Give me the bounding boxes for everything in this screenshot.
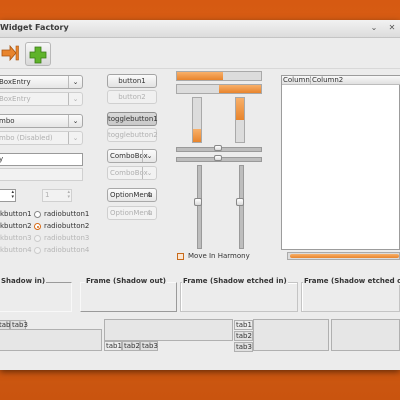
spin-button-disabled: 1 ▴ ▾ xyxy=(42,189,72,202)
notebook-left xyxy=(253,319,329,351)
progress-bar-v2 xyxy=(235,97,245,143)
tab-3[interactable]: tab3 xyxy=(140,341,158,351)
progress-bar-h1 xyxy=(176,71,262,81)
chevron-down-icon: ⌄ xyxy=(68,115,82,127)
button2: button2 xyxy=(107,90,157,104)
text-entry-value: y xyxy=(0,155,4,163)
notebook-top xyxy=(0,329,102,351)
text-entry[interactable]: y xyxy=(0,153,83,166)
progress-fill xyxy=(219,85,261,93)
notebook-right xyxy=(331,319,400,351)
slider-v1-handle[interactable] xyxy=(194,198,202,207)
chevron-down-icon: ⌄ xyxy=(68,132,82,144)
add-icon xyxy=(29,46,47,64)
checkbutton2-label[interactable]: kbutton2 xyxy=(0,222,32,230)
progress-bar-v1 xyxy=(192,97,202,143)
arrow-in-icon xyxy=(1,44,19,62)
combo-box-disabled-text: mbo (Disabled) xyxy=(0,134,53,142)
combo-box-disabled: mbo (Disabled) ⌄ xyxy=(0,131,83,145)
spin-disabled-value: 1 xyxy=(45,191,50,199)
updown-icon: ⇕ xyxy=(146,209,153,217)
combobox[interactable]: ComboBox ⌄ xyxy=(107,149,157,163)
spin-arrows-icon[interactable]: ▴ ▾ xyxy=(11,190,14,200)
progress-fill xyxy=(236,98,244,120)
chevron-down-icon[interactable]: ⌄ xyxy=(68,76,82,88)
slider-h1-handle[interactable] xyxy=(214,145,222,151)
combo-box-text: mbo xyxy=(0,117,15,125)
combo-entry-text: BoxEntry xyxy=(0,78,31,86)
combo-entry[interactable]: BoxEntry ⌄ xyxy=(0,75,83,89)
combo-box[interactable]: mbo ⌄ xyxy=(0,114,83,128)
tab-2[interactable]: tab2 xyxy=(234,331,253,341)
slider-v1[interactable] xyxy=(197,165,202,249)
combo-entry-disabled-text: BoxEntry xyxy=(0,95,31,103)
column2-header[interactable]: Column2 xyxy=(311,76,400,85)
frame-shadow-etched-in-title: Frame (Shadow etched in) xyxy=(182,277,288,285)
radiobutton4 xyxy=(34,247,41,254)
tab-1[interactable]: tab1 xyxy=(234,320,253,330)
frame-shadow-in xyxy=(0,282,72,312)
frame-shadow-etched-out xyxy=(301,282,400,312)
frame-shadow-etched-in xyxy=(180,282,298,312)
tab-2[interactable]: tab2 xyxy=(122,341,140,351)
move-in-harmony-checkbox[interactable] xyxy=(177,253,184,260)
text-entry-disabled xyxy=(0,168,83,181)
radiobutton1[interactable] xyxy=(34,211,41,218)
tab-3[interactable]: tab3 xyxy=(234,342,253,352)
chevron-down-icon: ⌄ xyxy=(142,167,156,179)
checkbutton1-label[interactable]: kbutton1 xyxy=(0,210,32,218)
tree-view[interactable]: Column1 Column2 xyxy=(281,75,400,250)
slider-h2-handle[interactable] xyxy=(214,155,222,161)
minimize-button[interactable]: ⌄ xyxy=(368,23,380,33)
radiobutton3 xyxy=(34,235,41,242)
frame-shadow-out xyxy=(80,282,177,312)
combobox-disabled: ComboBox ⌄ xyxy=(107,166,157,180)
spin-button[interactable]: ▴ ▾ xyxy=(0,189,16,202)
titlebar: Widget Factory ⌄ ✕ xyxy=(0,20,400,38)
combo-entry-disabled: BoxEntry ⌄ xyxy=(0,92,83,106)
radiobutton2[interactable] xyxy=(34,223,41,230)
frame-shadow-out-title: Frame (Shadow out) xyxy=(85,277,167,285)
checkbutton4-label: kbutton4 xyxy=(0,246,32,254)
progress-fill xyxy=(193,128,201,142)
slider-v2-handle[interactable] xyxy=(236,198,244,207)
move-in-harmony-label[interactable]: Move In Harmony xyxy=(188,252,250,260)
toolbar xyxy=(0,38,400,69)
checkbutton3-label: kbutton3 xyxy=(0,234,32,242)
progress-fill xyxy=(177,72,224,80)
scrollbar-thumb[interactable] xyxy=(290,254,399,258)
chevron-down-icon: ⌄ xyxy=(68,93,82,105)
horizontal-scrollbar[interactable] xyxy=(287,252,400,260)
close-button[interactable]: ✕ xyxy=(386,23,398,33)
optionmenu[interactable]: OptionMenu ⇕ xyxy=(107,188,157,202)
updown-icon: ⇕ xyxy=(146,191,153,199)
tab-1[interactable]: tab1 xyxy=(104,341,122,351)
window-title: Widget Factory xyxy=(0,23,69,32)
togglebutton1[interactable]: togglebutton1 xyxy=(107,112,158,126)
frame-shadow-in-title: Shadow in) xyxy=(0,277,47,285)
radiobutton4-label: radiobutton4 xyxy=(44,246,90,254)
radiobutton2-label[interactable]: radiobutton2 xyxy=(44,222,89,230)
notebook-bottom xyxy=(104,319,233,341)
tab-3[interactable]: tab3 xyxy=(10,320,28,330)
chevron-down-icon: ⌄ xyxy=(142,150,156,162)
radiobutton1-label[interactable]: radiobutton1 xyxy=(44,210,89,218)
optionmenu-disabled: OptionMenu ⇕ xyxy=(107,206,157,220)
frame-shadow-etched-out-title: Frame (Shadow etched out) xyxy=(303,277,400,285)
togglebutton2: togglebutton2 xyxy=(107,128,158,142)
add-button[interactable] xyxy=(25,42,51,66)
arrow-in-button[interactable] xyxy=(0,42,24,64)
tab-2[interactable]: tab2 xyxy=(0,320,15,330)
column1-header[interactable]: Column1 xyxy=(282,76,314,85)
button1[interactable]: button1 xyxy=(107,74,157,88)
progress-bar-h2 xyxy=(176,84,262,94)
radiobutton3-label: radiobutton3 xyxy=(44,234,90,242)
spin-arrows-icon: ▴ ▾ xyxy=(67,189,70,200)
slider-v2[interactable] xyxy=(239,165,244,249)
window: Widget Factory ⌄ ✕ BoxEntry ⌄ BoxEntry ⌄… xyxy=(0,20,400,370)
